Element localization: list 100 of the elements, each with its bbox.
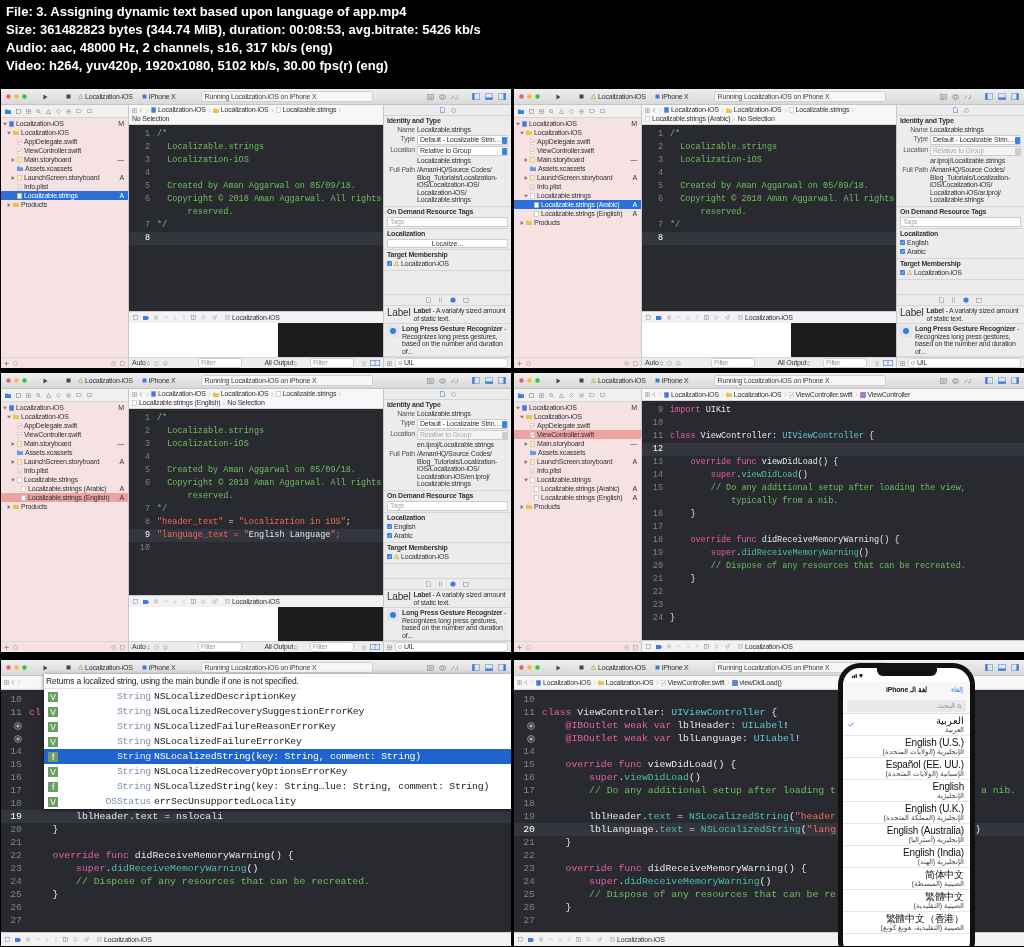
pause-icon[interactable] [667,315,671,320]
disclosure-triangle-icon[interactable] [7,414,11,419]
disclosure-triangle-icon[interactable] [11,477,15,482]
stop-icon[interactable] [66,378,71,383]
grid-icon[interactable] [132,391,137,397]
grid-icon[interactable] [900,360,905,366]
layers-icon[interactable] [704,315,709,320]
clock-icon[interactable] [111,360,116,366]
arrows-icon[interactable] [451,377,458,384]
warning-icon[interactable] [46,108,51,114]
window-buttons-icon[interactable] [6,94,27,99]
file-icon[interactable] [439,391,445,397]
panel-icon[interactable] [998,377,1006,384]
rings-icon[interactable] [952,377,959,384]
completion-item[interactable]: V String NSLocalizedRecoveryOptionsErrorKey [44,764,511,779]
pause-icon[interactable] [667,644,671,649]
disclosure-triangle-icon[interactable] [3,121,7,126]
clock-icon[interactable] [624,360,629,366]
code-editor[interactable] [129,409,383,595]
run-icon[interactable] [43,93,48,100]
code-editor[interactable] [642,401,1024,640]
panel-icon[interactable] [998,664,1006,671]
circle-icon[interactable] [450,297,456,303]
layers-icon[interactable] [63,937,68,942]
paper-plane-icon[interactable] [597,937,602,942]
panel-icon[interactable] [472,664,480,671]
grid-icon[interactable] [645,392,650,397]
run-icon[interactable] [556,93,561,100]
search-icon[interactable] [36,108,41,114]
checkbox[interactable] [387,554,392,559]
rings-icon[interactable] [439,664,446,671]
grid-icon[interactable] [517,680,522,685]
diamond-icon[interactable] [56,108,61,114]
paper-plane-icon[interactable] [212,599,217,604]
plus-icon[interactable] [4,644,9,650]
filter-icon[interactable] [13,360,18,366]
tag-icon[interactable] [15,937,21,942]
lines-icon[interactable] [66,108,71,114]
stop-icon[interactable] [579,665,584,670]
grid-icon[interactable] [645,107,650,113]
diamond-icon[interactable] [569,108,574,114]
rings-icon[interactable] [952,93,959,100]
completion-item[interactable]: V String NSLocalizedFailureErrorKey [44,734,511,749]
completion-item[interactable]: V String NSLocalizedRecoverySuggestionErrorKey [44,704,511,719]
arrows-icon[interactable] [451,93,458,100]
window-buttons-icon[interactable] [519,378,540,383]
help-icon[interactable] [963,107,969,113]
nodes-icon[interactable] [201,315,207,320]
file-icon[interactable] [439,107,445,113]
pause-icon[interactable] [154,599,158,604]
nodes-icon[interactable] [714,315,720,320]
info-icon[interactable] [675,360,681,366]
lines-icon[interactable] [579,392,584,398]
lines-icon[interactable] [940,377,947,384]
disclosure-triangle-icon[interactable] [11,459,15,464]
info-icon[interactable] [162,360,168,366]
lines-icon[interactable] [579,108,584,114]
disclosure-triangle-icon[interactable] [11,157,15,162]
stop-icon[interactable] [579,378,584,383]
window-buttons-icon[interactable] [519,94,540,99]
search-icon[interactable] [549,108,554,114]
tag-icon[interactable] [589,109,595,113]
layers-icon[interactable] [576,937,581,942]
checkbox[interactable] [900,270,905,275]
grid-icon[interactable] [132,107,137,113]
panel-icon[interactable] [485,93,493,100]
tag-icon[interactable] [143,315,149,320]
plus-icon[interactable] [517,644,522,650]
checkbox[interactable] [387,524,392,529]
nodes-icon[interactable] [73,937,79,942]
plus-icon[interactable] [4,360,9,366]
completion-item[interactable]: f String NSLocalizedString(key: String…lue: String, comment: String) [44,779,511,794]
folder-icon[interactable] [518,392,524,398]
image-icon[interactable] [976,297,982,303]
plus-circle-icon[interactable] [153,644,159,650]
disclosure-triangle-icon[interactable] [11,441,15,446]
grid-icon[interactable] [539,392,544,398]
tag-icon[interactable] [143,599,149,604]
disclosure-triangle-icon[interactable] [520,130,524,135]
layers-icon[interactable] [704,644,709,649]
tag-icon[interactable] [528,937,534,942]
grid-icon[interactable] [4,680,9,685]
arrows-icon[interactable] [451,664,458,671]
speech-bubble-icon[interactable] [600,108,605,114]
disclosure-triangle-icon[interactable] [7,202,11,207]
completion-item[interactable]: f String NSLocalizedString(key: String, comment: String) [44,749,511,764]
back-icon[interactable] [524,680,528,685]
checkbox[interactable] [387,261,392,266]
diamond-icon[interactable] [56,392,61,398]
back-icon[interactable] [139,391,143,397]
speech-bubble-icon[interactable] [600,392,605,398]
split-view-icon[interactable] [883,360,893,366]
panel-icon[interactable] [485,377,493,384]
lines-icon[interactable] [427,377,434,384]
tag-icon[interactable] [656,644,662,649]
completion-item[interactable]: V String NSLocalizedDescriptionKey [44,689,511,704]
split-view-icon[interactable] [370,360,380,366]
arrows-icon[interactable] [964,377,971,384]
panel-icon[interactable] [985,664,993,671]
arrows-icon[interactable] [964,93,971,100]
